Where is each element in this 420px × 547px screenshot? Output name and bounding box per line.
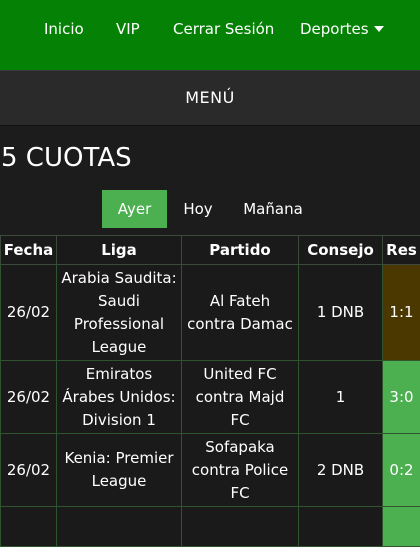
header-partido: Partido <box>182 236 299 265</box>
top-navbar: Inicio VIP Cerrar Sesión Deportes <box>0 0 420 70</box>
cell-result: 0:2 <box>383 434 420 507</box>
caret-down-icon <box>374 26 384 32</box>
nav-dropdown-deportes[interactable]: Deportes <box>300 20 384 38</box>
cell-consejo: 1 <box>299 361 383 434</box>
cell-partido: United FC contra Majd FC <box>182 361 299 434</box>
odds-table: Fecha Liga Partido Consejo Res 26/02 Ara… <box>0 235 420 547</box>
cell-partido: Al Fateh contra Damac <box>182 265 299 361</box>
nav-link-logout[interactable]: Cerrar Sesión <box>173 20 274 38</box>
header-fecha: Fecha <box>1 236 57 265</box>
header-consejo: Consejo <box>299 236 383 265</box>
cell-fecha: 26/02 <box>1 434 57 507</box>
nav-dropdown-label: Deportes <box>300 20 369 38</box>
page-title: 5 CUOTAS <box>1 143 132 173</box>
table-row-partial <box>1 507 420 547</box>
table-row: 26/02 Arabia Saudita: Saudi Professional… <box>1 265 420 361</box>
menu-bar: MENÚ <box>0 70 420 126</box>
cell-result: 3:0 <box>383 361 420 434</box>
nav-link-vip[interactable]: VIP <box>116 20 140 38</box>
cell-liga: Arabia Saudita: Saudi Professional Leagu… <box>57 265 182 361</box>
main-content: 5 CUOTAS Ayer Hoy Mañana Fecha Liga Part… <box>0 126 420 518</box>
cell-consejo: 1 DNB <box>299 265 383 361</box>
cell-fecha: 26/02 <box>1 361 57 434</box>
cell-partido: Sofapaka contra Police FC <box>182 434 299 507</box>
cell-liga: Emiratos Árabes Unidos: Division 1 <box>57 361 182 434</box>
tab-ayer[interactable]: Ayer <box>102 190 167 228</box>
tab-manana[interactable]: Mañana <box>236 190 310 228</box>
cell-fecha: 26/02 <box>1 265 57 361</box>
cell-result: 1:1 <box>383 265 420 361</box>
header-liga: Liga <box>57 236 182 265</box>
tab-hoy[interactable]: Hoy <box>172 190 224 228</box>
header-res: Res <box>383 236 420 265</box>
cell-liga: Kenia: Premier League <box>57 434 182 507</box>
cell-consejo: 2 DNB <box>299 434 383 507</box>
menu-toggle[interactable]: MENÚ <box>0 88 420 107</box>
table-row: 26/02 Kenia: Premier League Sofapaka con… <box>1 434 420 507</box>
nav-link-inicio[interactable]: Inicio <box>44 20 84 38</box>
table-header-row: Fecha Liga Partido Consejo Res <box>1 236 420 265</box>
table-row: 26/02 Emiratos Árabes Unidos: Division 1… <box>1 361 420 434</box>
